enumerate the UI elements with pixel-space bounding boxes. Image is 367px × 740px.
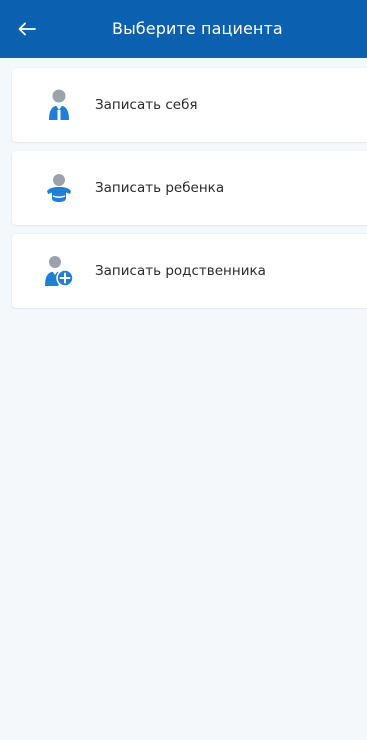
option-self[interactable]: Записать себя — [12, 68, 367, 142]
add-relative-icon — [45, 256, 74, 287]
option-self-label: Записать себя — [95, 97, 198, 113]
option-relative-label: Записать родственника — [95, 263, 266, 279]
page-title: Выберите пациента — [112, 19, 283, 38]
app-bar: Выберите пациента — [0, 0, 367, 58]
user-self-icon — [49, 89, 69, 120]
patient-select-screen: Выберите пациента Записать себя Записать… — [0, 0, 367, 740]
option-child-label: Записать ребенка — [95, 180, 225, 196]
option-child[interactable]: Записать ребенка — [12, 151, 367, 225]
arrow-left-icon — [18, 22, 36, 36]
option-relative[interactable]: Записать родственника — [12, 234, 367, 308]
back-button[interactable] — [14, 17, 40, 41]
child-icon — [47, 174, 71, 202]
